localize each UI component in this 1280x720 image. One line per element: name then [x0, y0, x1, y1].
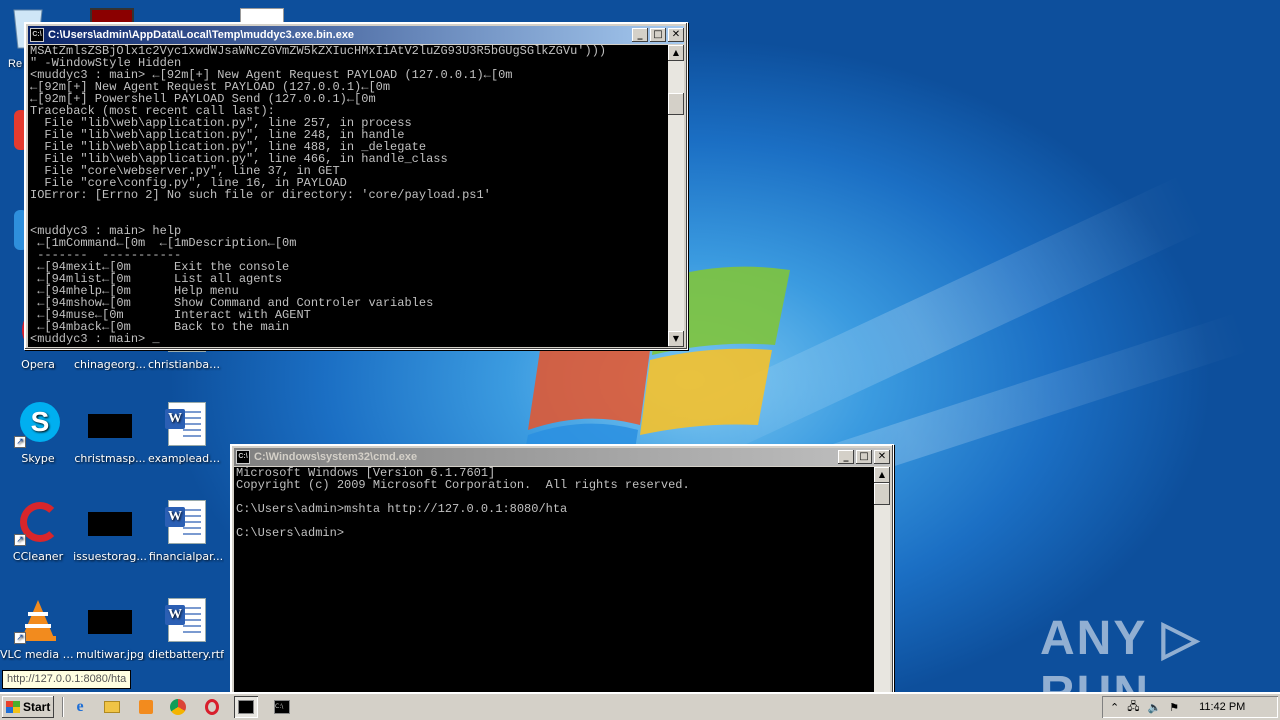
shortcut-arrow-icon: ↗: [14, 436, 26, 448]
desktop-icon-file[interactable]: W exampleads...: [148, 400, 224, 490]
scroll-up-arrow-icon[interactable]: ▲: [668, 45, 684, 61]
image-file-icon: [88, 610, 132, 634]
minimize-button[interactable]: _: [838, 450, 854, 464]
start-button[interactable]: Start: [2, 696, 54, 718]
taskbar-divider: [62, 697, 64, 717]
desktop-icon-label: CCleaner: [12, 550, 64, 563]
desktop-icon-label: Skype: [21, 452, 55, 465]
close-button[interactable]: ✕: [874, 450, 890, 464]
desktop-icon-label: VLC media player: [0, 648, 76, 661]
console-line: IOError: [Errno 2] No such file or direc…: [30, 188, 491, 202]
desktop-icon-label: chinageorg...: [73, 358, 147, 371]
opera-taskbar-icon[interactable]: [200, 696, 224, 718]
cmd-app-icon: C:\: [236, 450, 250, 464]
desktop-icon-file[interactable]: issuestorag...: [72, 498, 148, 588]
word-doc-icon: W: [165, 500, 206, 544]
word-doc-icon: W: [165, 598, 206, 642]
maximize-button[interactable]: □: [650, 28, 666, 42]
explorer-folder-icon[interactable]: [100, 696, 124, 718]
desktop-icon-skype[interactable]: S ↗ Skype: [0, 400, 76, 490]
maximize-button[interactable]: □: [856, 450, 872, 464]
show-hidden-icons-arrow-icon[interactable]: ⌃: [1110, 701, 1119, 714]
console-output[interactable]: Microsoft Windows [Version 6.1.7601] Copy…: [234, 467, 874, 692]
minimize-button[interactable]: _: [632, 28, 648, 42]
shortcut-arrow-icon: ↗: [14, 534, 26, 546]
window-titlebar[interactable]: C:\ C:\Users\admin\AppData\Local\Temp\mu…: [28, 26, 684, 44]
image-file-icon: [88, 512, 132, 536]
desktop-icon-ccleaner[interactable]: ↗ CCleaner: [0, 498, 76, 588]
action-center-flag-icon[interactable]: ⚑: [1169, 701, 1179, 714]
window-title: C:\Windows\system32\cmd.exe: [254, 451, 418, 463]
desktop-icon-file[interactable]: W financialpar...: [148, 498, 224, 588]
desktop-icon-label: issuestorag...: [73, 550, 147, 563]
vertical-scrollbar[interactable]: ▲: [874, 467, 890, 692]
ie-icon[interactable]: e: [68, 696, 92, 718]
desktop-icon-label: christianban...: [148, 358, 224, 371]
desktop-icon-label: financialpar...: [148, 550, 224, 563]
taskbar: Start e C:\ ⌃ 🖧 🔈 ⚑ 11:42 PM: [0, 692, 1280, 720]
speaker-icon[interactable]: 🔈: [1147, 701, 1161, 714]
desktop: Re Opera chinageorg... W christianban...…: [0, 0, 1280, 692]
image-file-icon: [88, 414, 132, 438]
console-line: Copyright (c) 2009 Microsoft Corporation…: [236, 478, 690, 492]
console-output[interactable]: MSAtZmlsZSBjOlx1c2Vyc1xwdWJsaWNcZGVmZW5k…: [28, 45, 668, 347]
chrome-icon[interactable]: [166, 696, 190, 718]
close-button[interactable]: ✕: [668, 28, 684, 42]
desktop-icon-file[interactable]: christmasp...: [72, 400, 148, 490]
clock[interactable]: 11:42 PM: [1199, 701, 1245, 713]
scroll-up-arrow-icon[interactable]: ▲: [874, 467, 890, 483]
windows-flag-icon: [6, 701, 20, 713]
scrollbar-thumb[interactable]: [668, 93, 684, 115]
desktop-icon-label: dietbattery.rtf: [148, 648, 224, 661]
start-label: Start: [23, 700, 51, 714]
recycle-bin-label: Re: [8, 58, 23, 70]
console-line: C:\Users\admin>mshta http://127.0.0.1:80…: [236, 502, 568, 516]
muddyc3-taskbar-button[interactable]: [234, 696, 258, 718]
desktop-icon-label: christmasp...: [74, 452, 146, 465]
network-icon[interactable]: 🖧: [1127, 698, 1139, 717]
word-doc-icon: W: [165, 402, 206, 446]
console-line: C:\Users\admin>: [236, 526, 345, 540]
vertical-scrollbar[interactable]: ▲ ▼: [668, 45, 684, 347]
console-app-icon: C:\: [30, 28, 44, 42]
cmd-window[interactable]: C:\ C:\Windows\system32\cmd.exe _ □ ✕ Mi…: [230, 444, 894, 692]
desktop-icon-label: multiwar.jpg: [76, 648, 144, 661]
window-titlebar[interactable]: C:\ C:\Windows\system32\cmd.exe _ □ ✕: [234, 448, 890, 466]
ccleaner-icon: [20, 502, 60, 542]
window-title: C:\Users\admin\AppData\Local\Temp\muddyc…: [48, 29, 355, 41]
cmd-taskbar-button[interactable]: C:\: [270, 696, 294, 718]
shortcut-arrow-icon: ↗: [14, 632, 26, 644]
muddyc3-console-window[interactable]: C:\ C:\Users\admin\AppData\Local\Temp\mu…: [24, 22, 688, 350]
scroll-down-arrow-icon[interactable]: ▼: [668, 331, 684, 347]
anyrun-watermark: ANY ▷ RUN: [1040, 612, 1201, 692]
media-player-icon[interactable]: [134, 696, 158, 718]
system-tray: ⌃ 🖧 🔈 ⚑ 11:42 PM: [1102, 696, 1278, 718]
scrollbar-thumb[interactable]: [874, 483, 890, 505]
desktop-icon-label: exampleads...: [148, 452, 224, 465]
skype-icon: S: [20, 402, 60, 442]
console-line: <muddyc3 : main> _: [30, 332, 160, 346]
desktop-icon-file[interactable]: W dietbattery.rtf: [148, 596, 224, 686]
desktop-icon-label: Opera: [21, 358, 55, 371]
url-tooltip: http://127.0.0.1:8080/hta: [2, 670, 132, 689]
